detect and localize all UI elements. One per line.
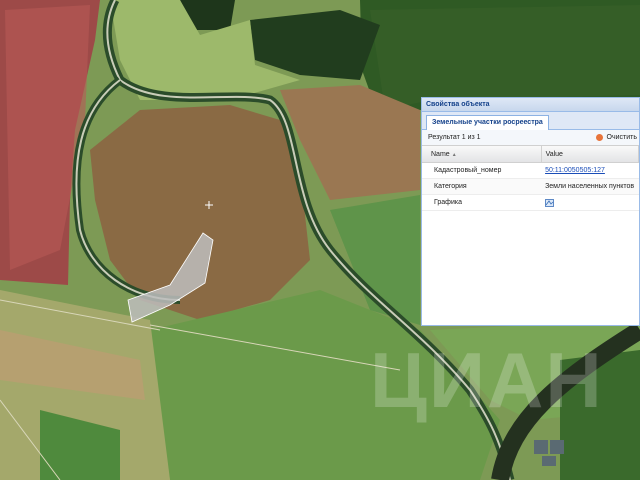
column-header-value[interactable]: Value [541, 146, 640, 163]
tab-land-parcels[interactable]: Земельные участки росреестра [426, 115, 549, 130]
map-tool-icon[interactable] [524, 418, 574, 468]
cadastral-number-link[interactable]: 50:11:0050505:127 [545, 167, 605, 174]
table-row: Графика [422, 194, 639, 211]
forest-area-inner [370, 5, 640, 110]
row-value: Земли населенных пунктов [541, 178, 639, 195]
row-name: Графика [422, 194, 542, 211]
table-row: Кадастровый_номер 50:11:0050505:127 [422, 162, 639, 179]
sort-asc-icon: ▲ [451, 151, 457, 158]
properties-table: Name ▲ Value Кадастровый_номер 50:11:0050… [422, 146, 640, 211]
clear-label: Очистить [606, 134, 637, 141]
result-toolbar: Результат 1 из 1 Очистить [422, 130, 639, 146]
column-header-name[interactable]: Name ▲ [422, 146, 542, 163]
clear-icon [595, 134, 603, 141]
properties-panel: Свойства объекта Земельные участки росре… [421, 97, 640, 326]
result-count: Результат 1 из 1 [428, 134, 481, 141]
panel-title: Свойства объекта [422, 98, 639, 112]
row-name: Категория [422, 178, 542, 195]
table-row: Категория Земли населенных пунктов [422, 178, 639, 195]
graphic-icon[interactable] [545, 198, 554, 207]
clear-button[interactable]: Очистить [595, 131, 637, 144]
row-name: Кадастровый_номер [422, 162, 542, 179]
tab-bar: Земельные участки росреестра [422, 112, 639, 130]
